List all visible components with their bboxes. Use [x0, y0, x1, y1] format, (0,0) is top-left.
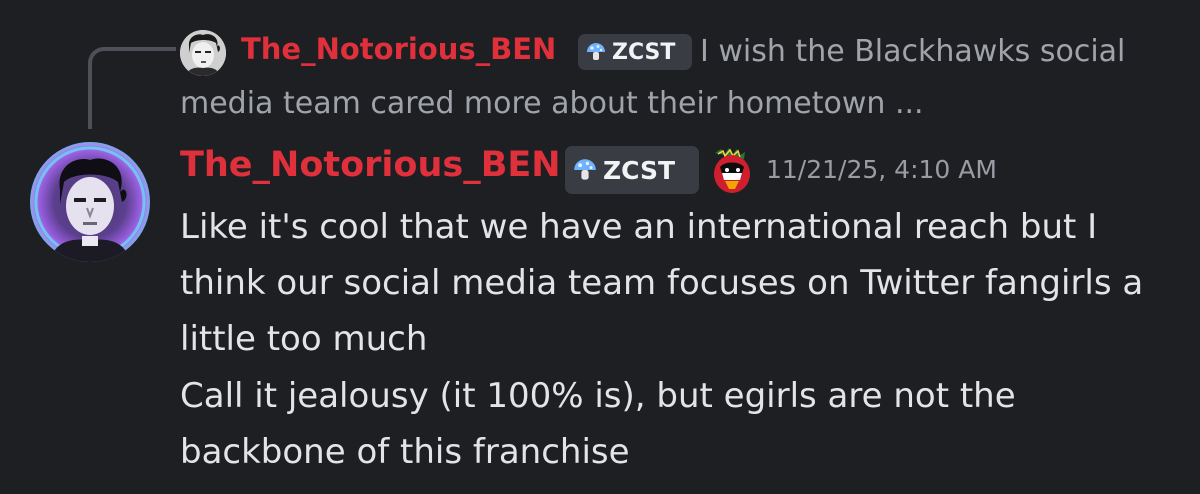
chat-message: The_Notorious_BEN ZCST I wish the Blackh… [0, 0, 1200, 494]
blackhawks-logo-icon[interactable] [707, 147, 757, 195]
reply-preview-text[interactable]: I wish the Blackhawks social media team … [180, 26, 1140, 130]
guild-tag[interactable]: ZCST [565, 146, 699, 194]
message-line-2: Call it jealousy (it 100% is), but egirl… [180, 376, 1016, 472]
mushroom-icon [573, 158, 597, 182]
avatar[interactable] [30, 142, 150, 262]
message-line-1: Like it's cool that we have an internati… [180, 207, 1144, 359]
timestamp[interactable]: 11/21/25, 4:10 AM [766, 155, 997, 184]
username[interactable]: The_Notorious_BEN [180, 145, 561, 185]
reply-connector-line [88, 47, 176, 129]
avatar-portrait-icon [30, 142, 150, 262]
tag-label: ZCST [603, 155, 675, 185]
